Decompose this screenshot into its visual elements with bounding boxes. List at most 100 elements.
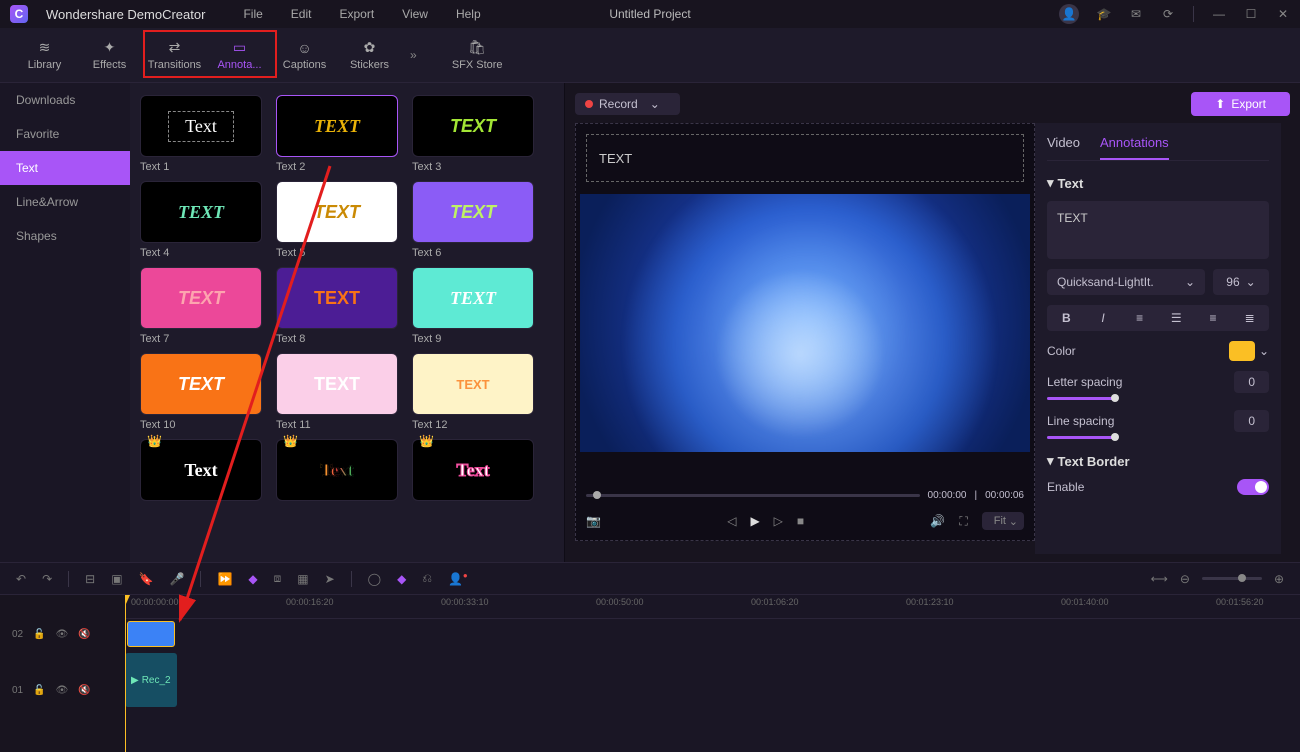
cat-downloads[interactable]: Downloads <box>0 83 130 117</box>
account-icon[interactable]: 👤 <box>1059 4 1079 24</box>
text-preset-thumb[interactable]: TEXT <box>412 181 534 243</box>
playhead[interactable] <box>125 595 126 752</box>
help-icon[interactable]: ⟳ <box>1161 7 1175 21</box>
line-spacing-value[interactable]: 0 <box>1234 410 1269 432</box>
crop-icon[interactable]: ▣ <box>111 572 122 586</box>
image-icon[interactable]: ▦ <box>297 572 308 586</box>
mute-icon[interactable]: 🔇 <box>78 629 90 640</box>
text-preset-thumb[interactable]: TEXT <box>412 95 534 157</box>
font-size-select[interactable]: 96⌄ <box>1213 269 1269 295</box>
text-preset-thumb[interactable]: TEXT <box>276 267 398 329</box>
text-preset-thumb[interactable]: TEXT <box>140 267 262 329</box>
zoom-slider[interactable] <box>1202 577 1262 580</box>
time-ruler[interactable]: 00:00:00:0000:00:16:2000:00:33:1000:00:5… <box>125 595 1300 619</box>
maximize-icon[interactable]: ☐ <box>1244 7 1258 21</box>
menu-export[interactable]: Export <box>339 7 374 21</box>
tab-library[interactable]: ≋Library <box>12 28 77 82</box>
lock-icon[interactable]: 🔓 <box>33 629 45 640</box>
next-frame-icon[interactable]: ▷ <box>774 514 783 528</box>
menu-help[interactable]: Help <box>456 7 481 21</box>
menu-edit[interactable]: Edit <box>291 7 312 21</box>
person-icon[interactable]: 👤● <box>448 571 468 586</box>
align-center-icon[interactable]: ☰ <box>1166 311 1186 325</box>
align-justify-icon[interactable]: ≣ <box>1240 311 1260 325</box>
mic-icon[interactable]: 🎤 <box>169 572 184 586</box>
volume-icon[interactable]: 🔊 <box>930 514 945 528</box>
gem-icon[interactable]: ◆ <box>248 572 257 586</box>
text-preset-thumb[interactable]: TEXT <box>276 181 398 243</box>
lock-icon[interactable]: 🔓 <box>33 685 45 696</box>
proptab-annotations[interactable]: Annotations <box>1100 133 1169 160</box>
snapshot-icon[interactable]: 📷 <box>586 514 601 528</box>
proptab-video[interactable]: Video <box>1047 133 1080 160</box>
text-preset-thumb[interactable]: TEXT <box>140 353 262 415</box>
graduation-icon[interactable]: 🎓 <box>1097 7 1111 21</box>
text-preset-thumb[interactable]: TEXT <box>276 95 398 157</box>
circle-icon[interactable]: ◯ <box>368 572 381 586</box>
zoom-out-icon[interactable]: ⊖ <box>1180 572 1190 586</box>
timeline-clip-text[interactable] <box>127 621 175 647</box>
align-left-icon[interactable]: ≡ <box>1130 311 1150 325</box>
chevron-down-icon[interactable]: ⌄ <box>1259 344 1269 358</box>
tab-annotations[interactable]: ▭Annota... <box>207 28 272 82</box>
track-area[interactable]: 00:00:00:0000:00:16:2000:00:33:1000:00:5… <box>125 595 1300 752</box>
tab-transitions[interactable]: ⇄Transitions <box>142 28 207 82</box>
close-icon[interactable]: ✕ <box>1276 7 1290 21</box>
fit-select[interactable]: Fit ⌄ <box>982 512 1024 530</box>
letter-spacing-slider[interactable] <box>1047 397 1117 400</box>
more-tabs-icon[interactable]: » <box>402 28 425 82</box>
cursor-icon[interactable]: ➤ <box>325 572 335 586</box>
cat-favorite[interactable]: Favorite <box>0 117 130 151</box>
undo-icon[interactable]: ↶ <box>16 572 26 586</box>
text-preset-thumb[interactable]: Text👑 <box>140 439 262 501</box>
text-preset-thumb[interactable]: Text👑 <box>276 439 398 501</box>
eye-icon[interactable]: 👁 <box>56 685 69 696</box>
section-text-border[interactable]: ▾Text Border <box>1047 453 1269 469</box>
preview-canvas[interactable]: TEXT 00:00:00 | 00:00:06 📷 ◁ ▶ ▷ <box>575 123 1035 541</box>
branch-icon[interactable]: ⎌ <box>422 571 432 586</box>
menu-view[interactable]: View <box>402 7 428 21</box>
text-preset-thumb[interactable]: Text👑 <box>412 439 534 501</box>
align-right-icon[interactable]: ≡ <box>1203 311 1223 325</box>
letter-spacing-value[interactable]: 0 <box>1234 371 1269 393</box>
tab-sfx-store[interactable]: 🛍SFX Store <box>445 28 510 82</box>
section-text[interactable]: ▾Text <box>1047 175 1269 191</box>
export-button[interactable]: ⬆ Export <box>1191 92 1290 116</box>
tab-captions[interactable]: ☺Captions <box>272 28 337 82</box>
font-family-select[interactable]: Quicksand-LightIt.⌄ <box>1047 269 1205 295</box>
cat-line-arrow[interactable]: Line&Arrow <box>0 185 130 219</box>
prev-frame-icon[interactable]: ◁ <box>727 514 736 528</box>
cat-shapes[interactable]: Shapes <box>0 219 130 253</box>
fullscreen-icon[interactable]: ⛶ <box>959 514 967 529</box>
border-enable-toggle[interactable] <box>1237 479 1269 495</box>
text-overlay[interactable]: TEXT <box>586 134 1024 182</box>
text-preset-thumb[interactable]: Text <box>140 95 262 157</box>
group-icon[interactable]: ⧈ <box>274 571 282 586</box>
cat-text[interactable]: Text <box>0 151 130 185</box>
text-preset-thumb[interactable]: TEXT <box>412 267 534 329</box>
play-icon[interactable]: ▶ <box>750 514 759 528</box>
line-spacing-slider[interactable] <box>1047 436 1117 439</box>
timeline-clip-video[interactable]: ▶Rec_2 <box>125 653 177 707</box>
text-preset-thumb[interactable]: TEXT <box>412 353 534 415</box>
italic-button[interactable]: I <box>1093 311 1113 325</box>
color-swatch[interactable] <box>1229 341 1255 361</box>
preview-slider[interactable] <box>586 494 920 497</box>
text-preset-thumb[interactable]: TEXT <box>140 181 262 243</box>
stop-icon[interactable]: ■ <box>797 514 804 528</box>
tab-effects[interactable]: ✦Effects <box>77 28 142 82</box>
redo-icon[interactable]: ↷ <box>42 572 52 586</box>
fit-width-icon[interactable]: ⟷ <box>1151 572 1168 586</box>
marker-icon[interactable]: 🔖 <box>139 572 154 586</box>
speed-icon[interactable]: ⏩ <box>217 572 232 586</box>
mute-icon[interactable]: 🔇 <box>78 685 90 696</box>
tab-stickers[interactable]: ✿Stickers <box>337 28 402 82</box>
split-icon[interactable]: ⊟ <box>85 572 95 586</box>
bold-button[interactable]: B <box>1056 311 1076 325</box>
text-input[interactable]: TEXT <box>1047 201 1269 259</box>
gem2-icon[interactable]: ◆ <box>397 572 406 586</box>
eye-icon[interactable]: 👁 <box>56 629 69 640</box>
record-button[interactable]: Record ⌄ <box>575 93 680 115</box>
menu-file[interactable]: File <box>243 7 262 21</box>
zoom-in-icon[interactable]: ⊕ <box>1274 572 1284 586</box>
